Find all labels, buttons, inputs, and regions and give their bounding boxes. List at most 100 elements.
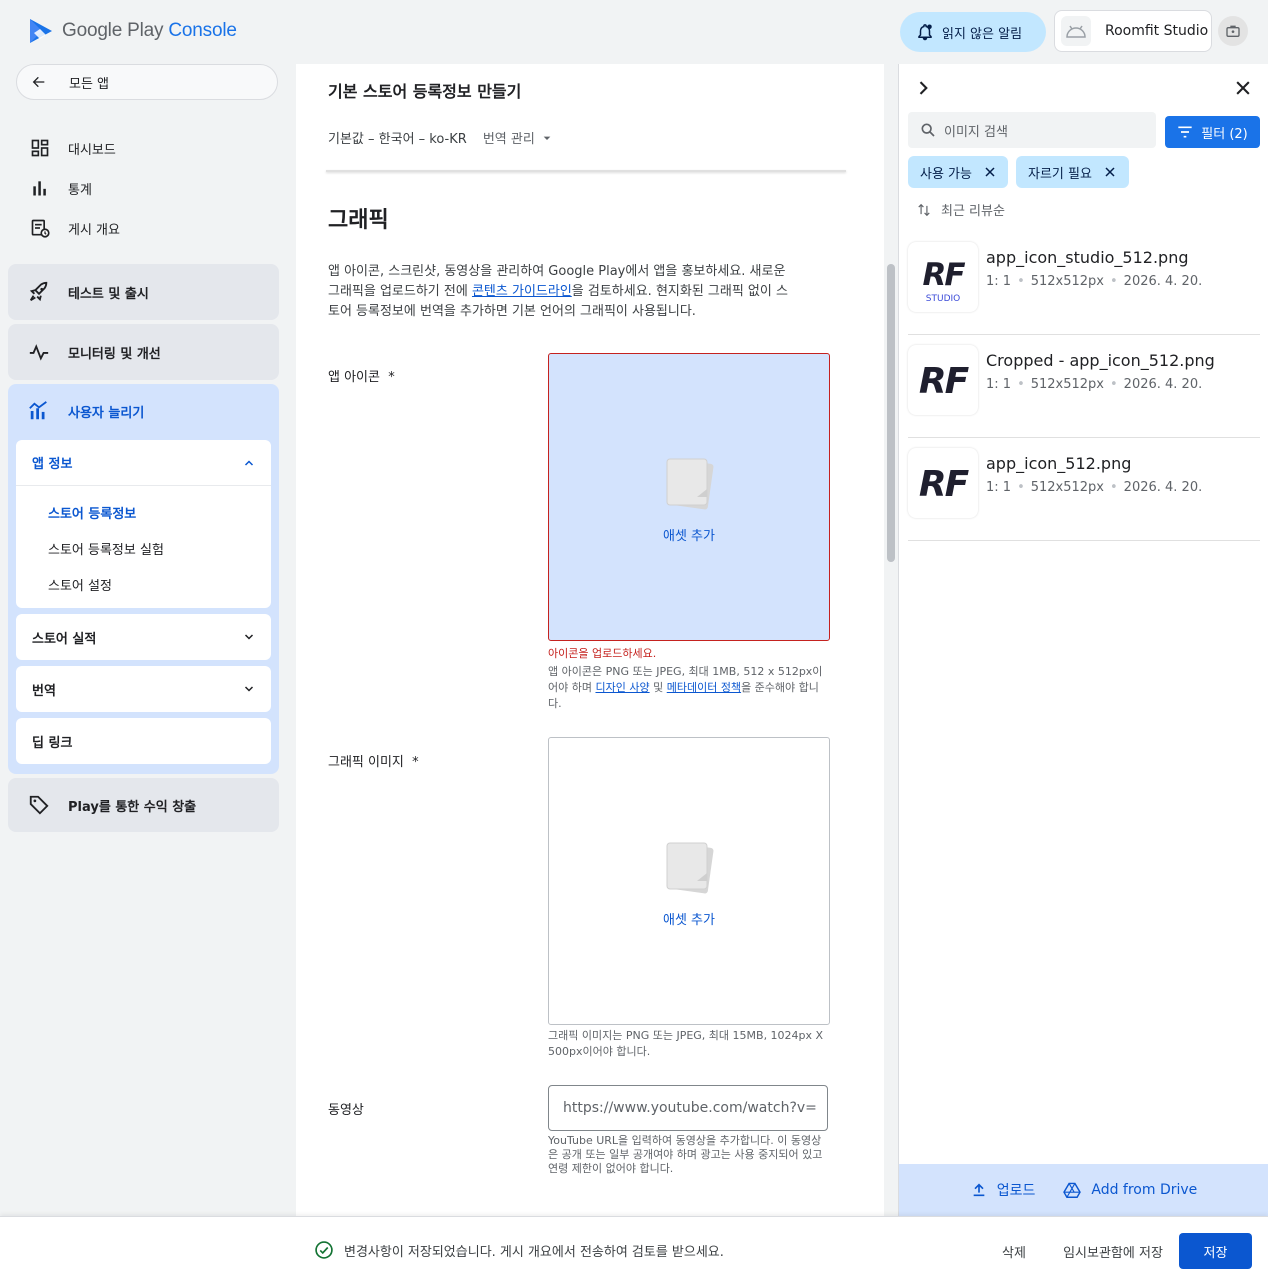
main-content: 기본 스토어 등록정보 만들기 기본값 – 한국어 – ko-KR 번역 관리 … bbox=[296, 64, 884, 1216]
image-search-input[interactable]: 이미지 검색 bbox=[908, 112, 1156, 148]
rf-logo: RF bbox=[919, 464, 972, 505]
asset-meta: 1: 1 • 512x512px • 2026. 4. 20. bbox=[986, 480, 1203, 495]
sidebar-item-dashboard[interactable]: 대시보드 bbox=[30, 136, 116, 160]
manage-translations-dropdown[interactable]: 번역 관리 bbox=[483, 128, 555, 147]
filter-button[interactable]: 필터 (2) bbox=[1165, 116, 1260, 148]
top-bar: Google Play Console 읽지 않은 알림 Roomfit Stu… bbox=[0, 0, 1268, 64]
main-scrollbar-thumb[interactable] bbox=[887, 264, 895, 562]
content-guidelines-link[interactable]: 콘텐츠 가이드라인 bbox=[472, 284, 572, 299]
sidebar-item-deep-links[interactable]: 딥 링크 bbox=[16, 718, 271, 764]
unread-notifications-button[interactable]: 읽지 않은 알림 bbox=[900, 12, 1046, 52]
asset-thumbnail: RF bbox=[908, 345, 978, 415]
svg-text:RF: RF bbox=[922, 257, 965, 293]
add-asset-label: 애셋 추가 bbox=[663, 912, 715, 928]
translation-group[interactable]: 번역 bbox=[16, 666, 271, 712]
google-drive-icon bbox=[1063, 1182, 1082, 1198]
price-tag-icon bbox=[29, 795, 49, 815]
save-button[interactable]: 저장 bbox=[1179, 1233, 1252, 1269]
app-icon-dropzone[interactable]: 애셋 추가 bbox=[548, 353, 830, 641]
app-info-label: 앱 정보 bbox=[32, 457, 73, 472]
save-draft-button[interactable]: 임시보관함에 저장 bbox=[1054, 1233, 1172, 1269]
store-performance-group[interactable]: 스토어 실적 bbox=[16, 614, 271, 660]
sort-icon bbox=[918, 203, 930, 216]
asset-item[interactable]: RF STUDIO app_icon_studio_512.png 1: 1 • 5… bbox=[908, 232, 1260, 335]
sidebar-item-store-listing-experiments[interactable]: 스토어 등록정보 실험 bbox=[16, 530, 271, 566]
unread-notifications-label: 읽지 않은 알림 bbox=[942, 26, 1023, 42]
all-apps-button[interactable]: 모든 앱 bbox=[16, 64, 278, 100]
chevron-down-icon bbox=[244, 686, 254, 692]
asset-item[interactable]: RF Cropped - app_icon_512.png 1: 1 • 512x5… bbox=[908, 335, 1260, 438]
dashboard-icon bbox=[31, 139, 49, 157]
graphics-description: 앱 아이콘, 스크린샷, 동영상을 관리하여 Google Play에서 앱을 … bbox=[328, 262, 798, 322]
sidebar: 모든 앱 대시보드 통계 게시 개요 테스트 및 출시 모니터링 및 개선 사용… bbox=[0, 64, 290, 1216]
grow-users-section: 사용자 늘리기 앱 정보 스토어 등록정보 스토어 등록정보 실험 스토어 설정 bbox=[8, 384, 279, 774]
asset-name: app_icon_512.png bbox=[986, 454, 1132, 473]
sidebar-item-publishing-overview[interactable]: 게시 개요 bbox=[30, 216, 120, 240]
deep-links-label: 딥 링크 bbox=[32, 735, 73, 751]
filter-chip-needs-crop[interactable]: 자르기 필요 bbox=[1016, 156, 1129, 188]
metadata-policy-link[interactable]: 메타데이터 정책 bbox=[667, 681, 741, 694]
rocket-icon bbox=[29, 281, 48, 302]
store-performance-label: 스토어 실적 bbox=[32, 631, 97, 647]
upload-icon bbox=[973, 1183, 985, 1197]
delete-button[interactable]: 삭제 bbox=[988, 1233, 1040, 1269]
filter-chip-available[interactable]: 사용 가능 bbox=[908, 156, 1008, 188]
asset-thumbnail: RF STUDIO bbox=[908, 242, 978, 312]
asset-name: app_icon_studio_512.png bbox=[986, 248, 1189, 267]
sidebar-item-monitor-and-improve[interactable]: 모니터링 및 개선 bbox=[8, 324, 279, 380]
chevron-right-icon bbox=[919, 81, 928, 95]
asset-meta: 1: 1 • 512x512px • 2026. 4. 20. bbox=[986, 377, 1203, 392]
upload-button[interactable]: 업로드 bbox=[971, 1180, 1035, 1200]
account-switcher[interactable]: Roomfit Studio bbox=[1054, 10, 1212, 52]
header-divider bbox=[326, 170, 846, 172]
asset-meta: 1: 1 • 512x512px • 2026. 4. 20. bbox=[986, 274, 1203, 289]
manage-translations-label: 번역 관리 bbox=[482, 132, 535, 147]
publishing-overview-icon bbox=[31, 219, 50, 238]
play-console-logo[interactable]: Google Play Console bbox=[28, 17, 237, 45]
sidebar-item-label: 게시 개요 bbox=[68, 222, 120, 238]
design-spec-link[interactable]: 디자인 사양 bbox=[595, 681, 649, 694]
sidebar-item-grow-users[interactable]: 사용자 늘리기 bbox=[28, 400, 144, 422]
sidebar-item-monetize[interactable]: Play를 통한 수익 창출 bbox=[8, 778, 279, 832]
sidebar-item-store-settings[interactable]: 스토어 설정 bbox=[16, 566, 271, 602]
bar-chart-icon bbox=[33, 181, 46, 196]
default-language: 기본값 – 한국어 – ko-KR bbox=[328, 132, 467, 147]
chip-label: 사용 가능 bbox=[920, 166, 972, 182]
sidebar-item-statistics[interactable]: 통계 bbox=[30, 176, 92, 200]
video-help-text: YouTube URL을 입력하여 동영상을 추가합니다. 이 동영상은 공개 … bbox=[548, 1134, 823, 1175]
rf-logo: RF bbox=[919, 361, 972, 402]
sort-label: 최근 리뷰순 bbox=[941, 204, 1005, 219]
svg-text:STUDIO: STUDIO bbox=[926, 294, 960, 304]
briefcase-icon bbox=[1226, 25, 1240, 37]
asset-thumbnail: RF bbox=[908, 448, 978, 518]
sidebar-item-store-listing[interactable]: 스토어 등록정보 bbox=[16, 494, 271, 530]
remove-chip-icon[interactable] bbox=[1104, 166, 1116, 178]
feature-graphic-dropzone[interactable]: 애셋 추가 bbox=[548, 737, 830, 1025]
language-row: 기본값 – 한국어 – ko-KR 번역 관리 bbox=[328, 128, 555, 147]
check-circle-icon bbox=[315, 1241, 333, 1259]
remove-chip-icon[interactable] bbox=[984, 166, 996, 178]
logo-text-accent: Console bbox=[168, 20, 237, 41]
expand-panel-button[interactable] bbox=[913, 78, 933, 98]
add-from-drive-button[interactable]: Add from Drive bbox=[1063, 1182, 1197, 1198]
sidebar-item-test-and-release[interactable]: 테스트 및 출시 bbox=[8, 264, 279, 320]
developer-account-button[interactable] bbox=[1218, 16, 1248, 46]
sidebar-item-label: 대시보드 bbox=[68, 142, 116, 158]
sidebar-item-label: Play를 통한 수익 창출 bbox=[68, 799, 197, 815]
notification-bell-icon bbox=[918, 24, 932, 41]
app-info-header[interactable]: 앱 정보 bbox=[16, 440, 271, 486]
video-url-input[interactable]: https://www.youtube.com/watch?v= bbox=[548, 1085, 828, 1131]
add-from-drive-label: Add from Drive bbox=[1091, 1182, 1198, 1198]
play-console-logo-icon bbox=[30, 19, 52, 43]
chevron-up-icon bbox=[244, 459, 254, 466]
save-status-message: 변경사항이 저장되었습니다. 게시 개요에서 전송하여 검토를 받으세요. bbox=[314, 1240, 724, 1260]
close-panel-button[interactable] bbox=[1233, 78, 1253, 98]
arrow-back-icon bbox=[32, 76, 45, 88]
asset-item[interactable]: RF app_icon_512.png 1: 1 • 512x512px • 2026.… bbox=[908, 438, 1260, 541]
asset-library-panel: 이미지 검색 필터 (2) 사용 가능 자르기 필요 최근 리뷰순 RF STU… bbox=[898, 64, 1268, 1216]
sort-control[interactable]: 최근 리뷰순 bbox=[917, 200, 1005, 219]
store-listing-experiments-label: 스토어 등록정보 실험 bbox=[48, 542, 164, 558]
chip-label: 자르기 필요 bbox=[1028, 166, 1092, 182]
video-label: 동영상 bbox=[328, 1103, 364, 1118]
chevron-down-icon bbox=[244, 634, 254, 640]
